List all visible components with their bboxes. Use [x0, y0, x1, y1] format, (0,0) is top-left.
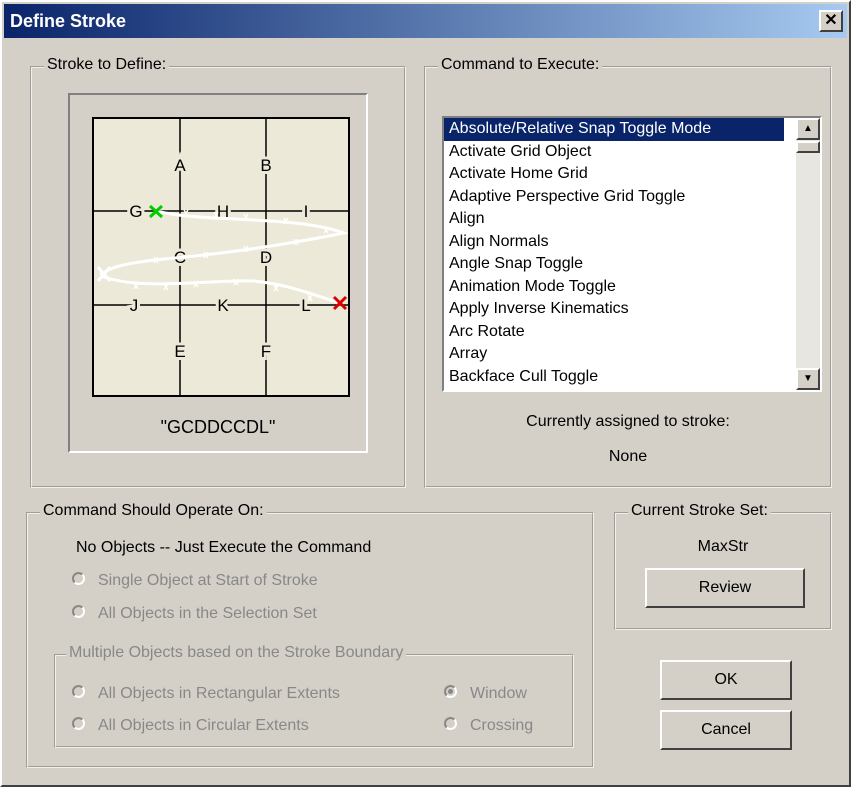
scroll-thumb[interactable] [796, 141, 820, 153]
stroke-string: "GCDDCCDL" [160, 417, 276, 437]
radio-selection-set-label: All Objects in the Selection Set [98, 605, 317, 622]
radio-crossing-label: Crossing [470, 717, 534, 734]
grid-label-k: K [217, 296, 229, 315]
grid-label-a: A [174, 156, 186, 175]
list-item-selected[interactable]: Absolute/Relative Snap Toggle Mode [444, 118, 784, 141]
radio-icon [72, 717, 85, 731]
close-button[interactable]: ✕ [819, 10, 843, 32]
cancel-button[interactable]: Cancel [660, 710, 792, 750]
radio-rectangular-label: All Objects in Rectangular Extents [98, 685, 340, 702]
list-item[interactable]: Activate Grid Object [444, 141, 784, 164]
radio-single-object-label: Single Object at Start of Stroke [98, 572, 318, 589]
radio-rectangular-extents[interactable]: All Objects in Rectangular Extents [72, 685, 340, 703]
grid-label-g: G [129, 202, 142, 221]
window-title: Define Stroke [10, 11, 127, 31]
list-item[interactable]: Align [444, 208, 784, 231]
command-to-execute-label: Command to Execute: [438, 56, 603, 74]
ok-button[interactable]: OK [660, 660, 792, 700]
radio-crossing[interactable]: Crossing [444, 717, 533, 735]
close-icon: ✕ [824, 12, 838, 29]
define-stroke-dialog: Define Stroke ✕ Stroke to Define: A B G [0, 0, 851, 787]
stroke-grid-canvas[interactable]: A B G H I C D J K L E F [94, 119, 348, 395]
radio-icon [72, 572, 85, 586]
stroke-set-value: MaxStr [697, 538, 749, 555]
stroke-panel: A B G H I C D J K L E F "GCDDCCDL" [68, 93, 368, 453]
scroll-down-button[interactable]: ▼ [796, 368, 820, 390]
radio-icon [72, 605, 85, 619]
radio-icon [444, 717, 457, 731]
grid-label-f: F [261, 342, 271, 361]
list-item[interactable]: Apply Inverse Kinematics [444, 298, 784, 321]
scroll-down-icon: ▼ [803, 373, 813, 384]
operate-mode-text: No Objects -- Just Execute the Command [76, 539, 372, 556]
current-stroke-set-label: Current Stroke Set: [628, 502, 771, 520]
grid-label-j: J [130, 296, 139, 315]
stroke-to-define-label: Stroke to Define: [44, 56, 170, 74]
recorded-stroke-path [102, 209, 348, 305]
operate-on-group: Command Should Operate On: No Objects --… [26, 502, 594, 768]
radio-selection-set[interactable]: All Objects in the Selection Set [72, 605, 317, 623]
assigned-value: None [608, 448, 648, 465]
grid-label-d: D [260, 248, 272, 267]
multiple-objects-label: Multiple Objects based on the Stroke Bou… [66, 644, 407, 662]
list-item[interactable]: Activate Home Grid [444, 163, 784, 186]
radio-window[interactable]: Window [444, 685, 527, 703]
review-button[interactable]: Review [645, 568, 805, 608]
list-item[interactable]: Arc Rotate [444, 321, 784, 344]
grid-label-e: E [174, 342, 185, 361]
grid-label-b: B [260, 156, 271, 175]
list-item[interactable]: Animation Mode Toggle [444, 276, 784, 299]
scroll-up-icon: ▲ [803, 123, 813, 134]
operate-on-label: Command Should Operate On: [40, 502, 267, 520]
list-item[interactable]: Angle Snap Toggle [444, 253, 784, 276]
stroke-grid[interactable]: A B G H I C D J K L E F [92, 117, 350, 397]
grid-label-i: I [304, 202, 309, 221]
scroll-up-button[interactable]: ▲ [796, 118, 820, 140]
radio-circular-label: All Objects in Circular Extents [98, 717, 309, 734]
radio-window-label: Window [470, 685, 527, 702]
stroke-to-define-group: Stroke to Define: A B G H I C D J K L E … [30, 56, 406, 488]
command-list-scrollbar[interactable]: ▲ ▼ [796, 118, 820, 390]
title-bar[interactable]: Define Stroke ✕ [4, 4, 847, 38]
radio-selected-icon [444, 685, 457, 699]
command-list[interactable]: Absolute/Relative Snap Toggle Mode Activ… [442, 116, 822, 392]
command-list-items: Absolute/Relative Snap Toggle Mode Activ… [444, 118, 784, 388]
radio-circular-extents[interactable]: All Objects in Circular Extents [72, 717, 309, 735]
radio-icon [72, 685, 85, 699]
list-item[interactable]: Array [444, 343, 784, 366]
radio-single-object[interactable]: Single Object at Start of Stroke [72, 572, 318, 590]
list-item[interactable]: Adaptive Perspective Grid Toggle [444, 186, 784, 209]
command-to-execute-group: Command to Execute: Absolute/Relative Sn… [424, 56, 832, 488]
stroke-start-cluster [96, 266, 112, 282]
list-item[interactable]: Backface Cull Toggle [444, 366, 784, 389]
assigned-label: Currently assigned to stroke: [526, 413, 730, 430]
multiple-objects-group: Multiple Objects based on the Stroke Bou… [54, 644, 574, 748]
list-item[interactable]: Align Normals [444, 231, 784, 254]
current-stroke-set-group: Current Stroke Set: MaxStr Review [614, 502, 832, 630]
